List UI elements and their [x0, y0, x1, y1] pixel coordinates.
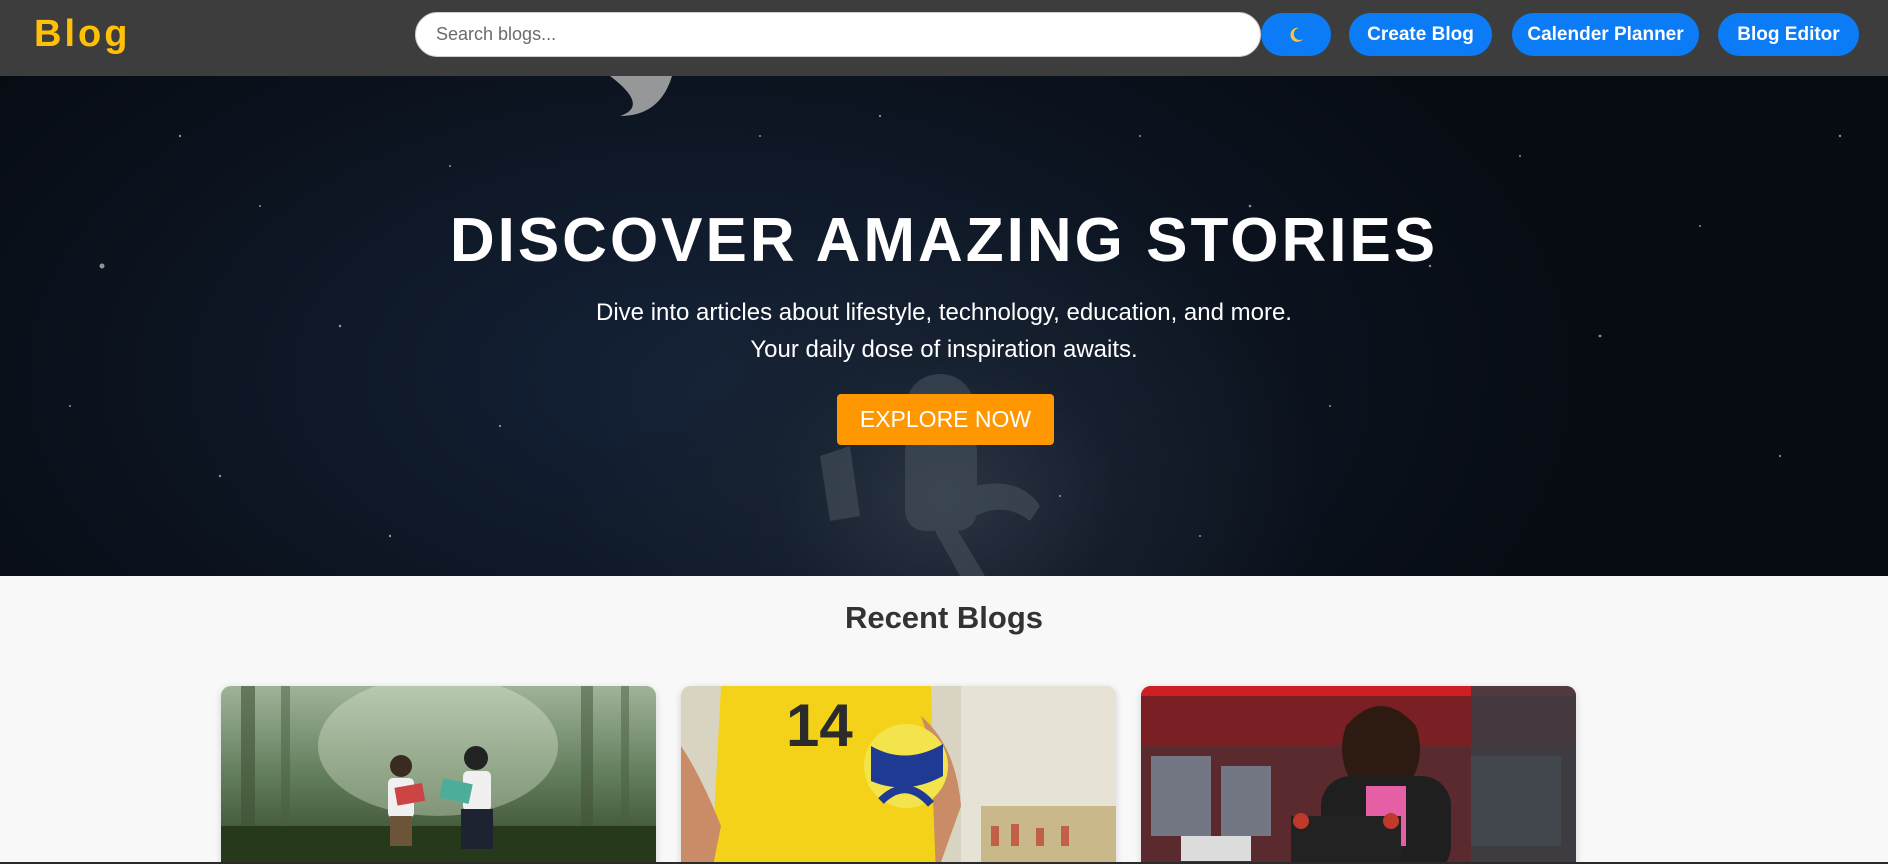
- explore-now-button[interactable]: EXPLORE NOW: [837, 394, 1054, 445]
- svg-text:14: 14: [786, 692, 853, 759]
- electronics-workshop-image: [1141, 686, 1576, 864]
- blog-card[interactable]: [221, 686, 656, 864]
- create-blog-button[interactable]: Create Blog: [1349, 13, 1492, 56]
- top-nav-bar: Blog Create Blog Calender Planner Blog E…: [0, 0, 1888, 76]
- blog-card[interactable]: [1141, 686, 1576, 864]
- search-input[interactable]: [415, 12, 1261, 57]
- calendar-planner-button[interactable]: Calender Planner: [1512, 13, 1699, 56]
- volleyball-player-image: 14: [681, 686, 1116, 864]
- moon-icon: [1287, 26, 1305, 44]
- hero-subtitle-line-1: Dive into articles about lifestyle, tech…: [596, 299, 1292, 326]
- blog-editor-button[interactable]: Blog Editor: [1718, 13, 1859, 56]
- hero-subtitle-line-2: Your daily dose of inspiration awaits.: [750, 336, 1138, 363]
- theme-toggle-button[interactable]: [1261, 13, 1331, 56]
- recent-blogs-heading: Recent Blogs: [844, 600, 1044, 635]
- hero-banner: DISCOVER AMAZING STORIES Dive into artic…: [0, 76, 1888, 576]
- blog-card[interactable]: 14: [681, 686, 1116, 864]
- children-reading-image: [221, 686, 656, 864]
- site-logo[interactable]: Blog: [34, 13, 130, 55]
- hero-title: DISCOVER AMAZING STORIES: [449, 206, 1439, 275]
